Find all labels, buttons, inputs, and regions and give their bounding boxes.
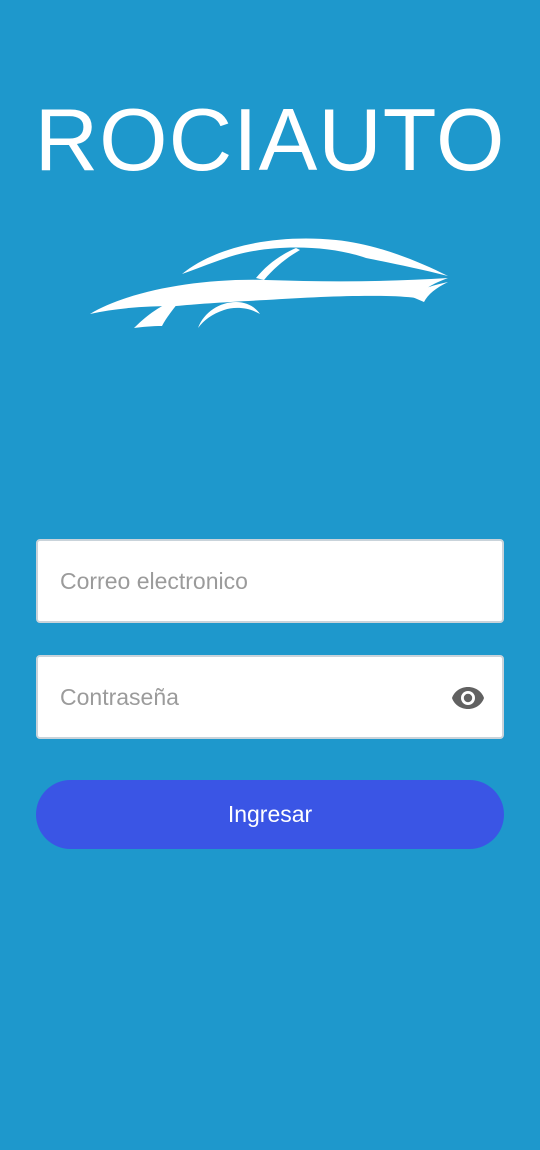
login-screen: { "brand": { "title": "ROCIAUTO", "logo_… xyxy=(0,0,540,1150)
email-field[interactable] xyxy=(36,539,504,623)
brand-title: ROCIAUTO xyxy=(34,90,506,189)
eye-icon[interactable] xyxy=(450,679,486,717)
login-button[interactable]: Ingresar xyxy=(36,780,504,849)
password-field[interactable] xyxy=(36,655,504,739)
sports-car-icon xyxy=(90,238,448,328)
password-input[interactable] xyxy=(60,657,440,737)
email-input[interactable] xyxy=(60,541,440,621)
